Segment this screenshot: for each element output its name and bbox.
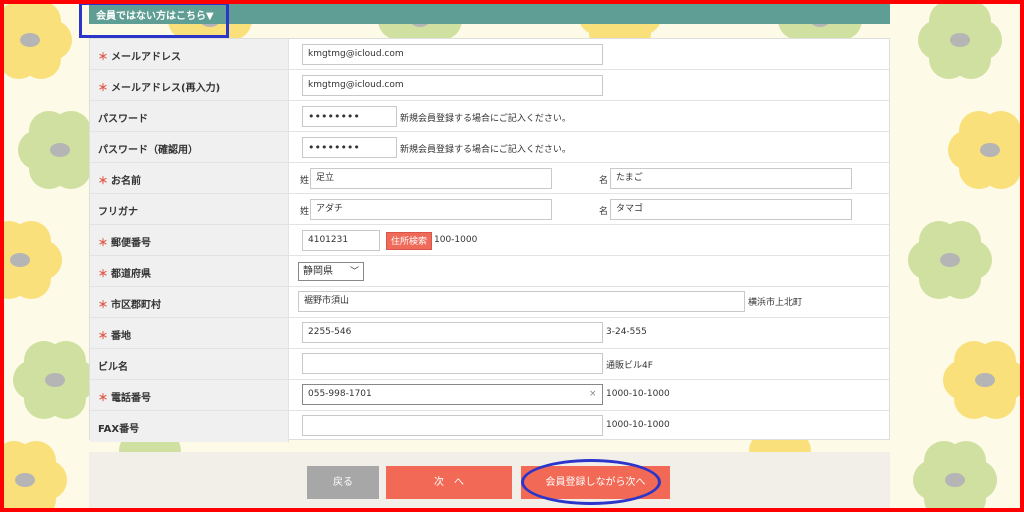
flower-center <box>980 143 1000 157</box>
city-label: ＊市区郡町村 <box>98 300 161 311</box>
required-mark: ＊ <box>98 393 108 404</box>
flower-center <box>20 33 40 47</box>
row-address: ＊番地 2255-546 3-24-555 <box>90 318 889 349</box>
flower-center <box>10 253 30 267</box>
address-field[interactable]: 2255-546 <box>302 322 603 343</box>
address-label: ＊番地 <box>98 331 131 342</box>
header-annotation-box <box>79 2 229 38</box>
address-search-button[interactable]: 住所検索 <box>386 232 433 250</box>
registration-form: ＊メールアドレス kmgtmg@icloud.com ＊メールアドレス(再入力)… <box>89 38 890 442</box>
required-mark: ＊ <box>98 52 108 63</box>
row-furigana: フリガナ 姓 アダチ 名 タマゴ <box>90 194 889 225</box>
prefecture-label: ＊都道府県 <box>98 269 151 280</box>
flower-center <box>940 253 960 267</box>
register-annotation-circle <box>521 459 661 505</box>
city-field[interactable]: 裾野市須山 <box>298 291 745 312</box>
prefecture-select[interactable]: 静岡県 ﹀ <box>298 262 364 281</box>
required-mark: ＊ <box>98 300 108 311</box>
flower-center <box>975 373 995 387</box>
flower-center <box>15 473 35 487</box>
required-mark: ＊ <box>98 331 108 342</box>
row-name: ＊お名前 姓 足立 名 たまご <box>90 163 889 194</box>
row-city: ＊市区郡町村 裾野市須山 横浜市上北町 <box>90 287 889 318</box>
row-fax: FAX番号 1000-10-1000 <box>90 411 889 442</box>
password-confirm-field[interactable]: •••••••• <box>302 137 397 158</box>
building-note: 通販ビル4F <box>606 361 653 371</box>
flower-center <box>945 473 965 487</box>
row-email-confirm: ＊メールアドレス(再入力) kmgtmg@icloud.com <box>90 70 889 101</box>
first-name-field[interactable]: たまご <box>610 168 852 189</box>
mei-prefix: 名 <box>599 176 609 186</box>
required-mark: ＊ <box>98 176 108 187</box>
address-note: 3-24-555 <box>606 327 647 337</box>
flower-center <box>50 143 70 157</box>
password-field[interactable]: •••••••• <box>302 106 397 127</box>
name-label: ＊お名前 <box>98 176 141 187</box>
building-label: ビル名 <box>98 362 128 373</box>
row-phone: ＊電話番号 055-998-1701 × 1000-10-1000 <box>90 380 889 411</box>
fax-note: 1000-10-1000 <box>606 420 670 430</box>
password-note: 新規会員登録する場合にご記入ください。 <box>400 114 571 124</box>
row-prefecture: ＊都道府県 静岡県 ﹀ <box>90 256 889 287</box>
row-password: パスワード •••••••• 新規会員登録する場合にご記入ください。 <box>90 101 889 132</box>
phone-field[interactable]: 055-998-1701 <box>302 384 603 405</box>
last-name-kana-field[interactable]: アダチ <box>310 199 552 220</box>
fax-label: FAX番号 <box>98 424 140 435</box>
prefecture-select-value: 静岡県 <box>303 266 333 277</box>
sei-prefix: 姓 <box>300 207 310 217</box>
last-name-field[interactable]: 足立 <box>310 168 552 189</box>
form-actions: 戻る 次 へ 会員登録しながら次へ <box>89 452 890 508</box>
password-confirm-label: パスワード（確認用） <box>98 145 198 156</box>
required-mark: ＊ <box>98 83 108 94</box>
city-note: 横浜市上北町 <box>748 298 803 308</box>
first-name-kana-field[interactable]: タマゴ <box>610 199 852 220</box>
email-field[interactable]: kmgtmg@icloud.com <box>302 44 603 65</box>
required-mark: ＊ <box>98 269 108 280</box>
row-building: ビル名 通販ビル4F <box>90 349 889 380</box>
required-mark: ＊ <box>98 238 108 249</box>
row-email: ＊メールアドレス kmgtmg@icloud.com <box>90 39 889 70</box>
fax-field[interactable] <box>302 415 603 436</box>
clear-icon[interactable]: × <box>589 389 597 399</box>
zip-label: ＊郵便番号 <box>98 238 151 249</box>
zip-note: 100-1000 <box>434 235 478 245</box>
row-zip: ＊郵便番号 4101231 住所検索 100-1000 <box>90 225 889 256</box>
furigana-label: フリガナ <box>98 207 138 218</box>
password-confirm-note: 新規会員登録する場合にご記入ください。 <box>400 145 571 155</box>
phone-note: 1000-10-1000 <box>606 389 670 399</box>
phone-label: ＊電話番号 <box>98 393 151 404</box>
email-confirm-field[interactable]: kmgtmg@icloud.com <box>302 75 603 96</box>
email-confirm-label: ＊メールアドレス(再入力) <box>98 83 221 94</box>
mei-prefix: 名 <box>599 207 609 217</box>
row-password-confirm: パスワード（確認用） •••••••• 新規会員登録する場合にご記入ください。 <box>90 132 889 163</box>
password-label: パスワード <box>98 114 148 125</box>
sei-prefix: 姓 <box>300 176 310 186</box>
back-button[interactable]: 戻る <box>307 466 379 499</box>
zip-field[interactable]: 4101231 <box>302 230 380 251</box>
next-button[interactable]: 次 へ <box>386 466 512 499</box>
flower-center <box>45 373 65 387</box>
email-label: ＊メールアドレス <box>98 52 181 63</box>
building-field[interactable] <box>302 353 603 374</box>
flower-center <box>950 33 970 47</box>
chevron-down-icon: ﹀ <box>349 267 359 277</box>
